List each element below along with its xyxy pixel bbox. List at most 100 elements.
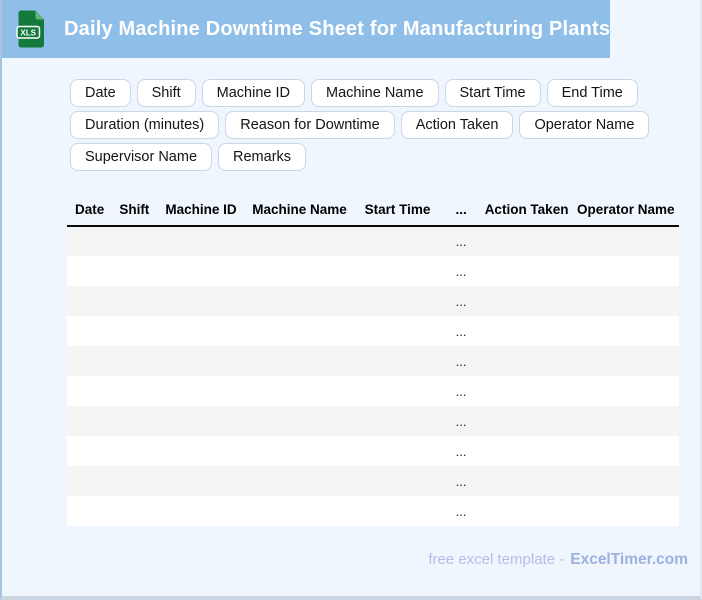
table-cell bbox=[67, 406, 112, 436]
table-cell bbox=[112, 316, 156, 346]
table-cell bbox=[481, 286, 573, 316]
table-cell bbox=[246, 286, 354, 316]
table-cell bbox=[481, 466, 573, 496]
table-cell bbox=[67, 466, 112, 496]
table-cell bbox=[481, 226, 573, 256]
table-cell bbox=[353, 346, 441, 376]
footer: free excel template - ExcelTimer.com bbox=[428, 551, 688, 569]
chip-shift: Shift bbox=[136, 79, 196, 107]
table-body: .............................. bbox=[67, 226, 679, 526]
table-cell bbox=[112, 226, 156, 256]
chip-date: Date bbox=[70, 79, 131, 107]
chip-row: Duration (minutes) Reason for Downtime Act… bbox=[70, 111, 650, 139]
brand-link[interactable]: ExcelTimer.com bbox=[570, 551, 688, 568]
table-cell bbox=[572, 406, 679, 436]
table-cell: ... bbox=[455, 323, 467, 339]
table-cell bbox=[112, 256, 156, 286]
table-cell: ... bbox=[455, 234, 467, 249]
table-cell bbox=[67, 436, 112, 466]
table-cell bbox=[112, 346, 156, 376]
table-cell bbox=[246, 466, 354, 496]
column-header: Shift bbox=[112, 197, 157, 227]
table-cell bbox=[156, 436, 245, 466]
table-cell bbox=[246, 316, 354, 346]
table-cell bbox=[67, 376, 112, 406]
table-cell bbox=[156, 496, 245, 526]
table-cell bbox=[67, 346, 112, 376]
table-cell bbox=[112, 466, 156, 496]
table-cell bbox=[67, 316, 112, 346]
table-cell bbox=[112, 376, 156, 406]
table-cell bbox=[481, 376, 573, 406]
table-cell bbox=[67, 496, 112, 526]
table-cell bbox=[246, 496, 354, 526]
table-cell: ... bbox=[455, 353, 467, 369]
table-cell bbox=[67, 286, 112, 316]
chip-remarks: Remarks bbox=[218, 143, 307, 171]
chip-row: Supervisor Name Remarks bbox=[70, 143, 649, 171]
table-cell: ... bbox=[455, 383, 467, 399]
table-cell bbox=[156, 316, 245, 346]
column-header: ... bbox=[441, 197, 481, 227]
table-cell bbox=[481, 406, 573, 436]
table-cell bbox=[481, 436, 573, 466]
table-row: ... bbox=[67, 256, 679, 286]
table-cell bbox=[481, 496, 573, 526]
table-cell bbox=[353, 226, 441, 256]
chip-reason-for-downtime: Reason for Downtime bbox=[225, 111, 395, 139]
table-cell: ... bbox=[455, 413, 467, 429]
table-row: ... bbox=[67, 286, 679, 316]
table-cell: ... bbox=[455, 473, 467, 489]
table-cell bbox=[246, 406, 354, 436]
table-cell bbox=[572, 466, 679, 496]
table-cell bbox=[156, 406, 245, 436]
svg-text:XLS: XLS bbox=[20, 28, 36, 37]
title-banner: XLS Daily Machine Downtime Sheet for Man… bbox=[2, 0, 610, 58]
table-cell bbox=[353, 436, 441, 466]
table-row: ... bbox=[67, 226, 679, 256]
chip-action-taken: Action Taken bbox=[400, 111, 514, 139]
table-cell bbox=[572, 496, 679, 526]
table-cell bbox=[572, 436, 679, 466]
downtime-table: Date Shift Machine ID Machine Name Start Tim… bbox=[67, 197, 679, 526]
table-cell bbox=[246, 256, 354, 286]
table-cell bbox=[156, 256, 245, 286]
chip-operator-name: Operator Name bbox=[519, 111, 650, 139]
table-cell bbox=[156, 376, 245, 406]
table-cell bbox=[246, 436, 354, 466]
table-cell bbox=[481, 256, 573, 286]
table-cell bbox=[572, 256, 679, 286]
table-cell bbox=[353, 286, 441, 316]
table-cell bbox=[246, 346, 354, 376]
page: XLS Daily Machine Downtime Sheet for Man… bbox=[0, 0, 702, 600]
column-header: Machine ID bbox=[156, 197, 246, 227]
footer-text: free excel template - bbox=[428, 551, 565, 568]
column-header: Operator Name bbox=[572, 197, 679, 227]
column-header: Action Taken bbox=[480, 197, 573, 227]
table-cell bbox=[572, 376, 679, 406]
chip-row: Date Shift Machine ID Machine Name Start Tim… bbox=[70, 79, 649, 107]
table-cell: ... bbox=[455, 293, 467, 309]
table-row: ... bbox=[67, 436, 679, 466]
column-header: Machine Name bbox=[245, 197, 354, 227]
table-cell bbox=[481, 346, 573, 376]
table-cell bbox=[353, 376, 441, 406]
table-cell: ... bbox=[455, 503, 467, 519]
table-cell bbox=[572, 226, 679, 256]
chip-end-time: End Time bbox=[546, 79, 638, 107]
table-cell bbox=[353, 496, 441, 526]
table-cell bbox=[572, 286, 679, 316]
chip-start-time: Start Time bbox=[444, 79, 541, 107]
table-row: ... bbox=[67, 466, 679, 496]
table-cell bbox=[353, 316, 441, 346]
table-header-row: Date Shift Machine ID Machine Name Start Tim… bbox=[67, 197, 679, 227]
chip-duration-minutes: Duration (minutes) bbox=[70, 111, 220, 139]
field-chips: Date Shift Machine ID Machine Name Start Tim… bbox=[70, 79, 650, 175]
table-row: ... bbox=[67, 316, 679, 346]
table-cell bbox=[156, 346, 245, 376]
table-row: ... bbox=[67, 406, 679, 436]
table-cell bbox=[112, 286, 156, 316]
table-cell: ... bbox=[455, 443, 467, 459]
table-cell bbox=[156, 226, 245, 256]
table-row: ... bbox=[67, 346, 679, 376]
